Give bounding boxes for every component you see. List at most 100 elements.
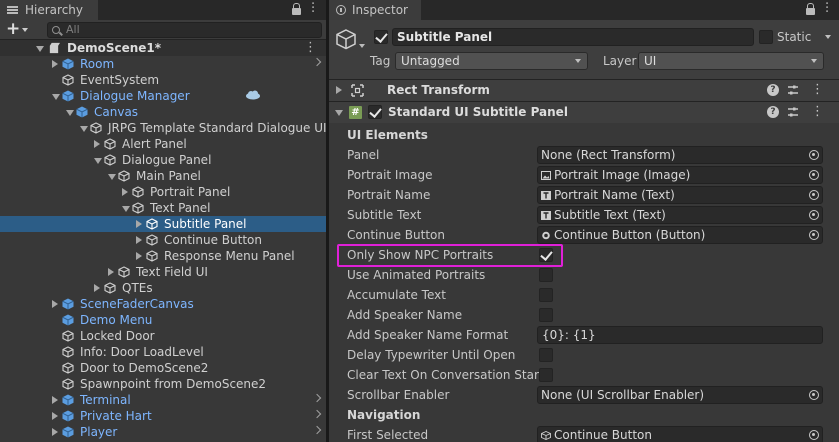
more-options-icon[interactable]: · · · xyxy=(311,0,315,19)
component-rect-transform[interactable]: Rect Transform ? ⋮ xyxy=(329,79,839,101)
hierarchy-search-input[interactable]: All xyxy=(47,22,322,38)
hierarchy-item[interactable]: EventSystem xyxy=(0,72,326,88)
scene-menu-icon[interactable]: ⋮ xyxy=(304,40,317,56)
scene-root-row[interactable]: DemoScene1* ⋮ xyxy=(0,40,326,56)
hierarchy-item[interactable]: Text Panel xyxy=(0,200,326,216)
hierarchy-item[interactable]: SceneFaderCanvas xyxy=(0,296,326,312)
fold-arrow-icon[interactable] xyxy=(52,428,58,436)
hierarchy-item[interactable]: QTEs xyxy=(0,280,326,296)
object-picker-icon[interactable] xyxy=(809,170,819,180)
text-field[interactable]: {0}: {1} xyxy=(537,326,823,344)
property-checkbox[interactable] xyxy=(539,308,553,322)
hierarchy-item[interactable]: Main Panel xyxy=(0,168,326,184)
tag-dropdown[interactable]: Untagged xyxy=(395,52,588,70)
hierarchy-item[interactable]: Canvas xyxy=(0,104,326,120)
component-enabled-toggle[interactable] xyxy=(368,105,382,119)
hierarchy-item-label: Response Menu Panel xyxy=(164,249,295,263)
open-prefab-chevron-icon[interactable] xyxy=(312,409,322,419)
icon-dropdown-caret-icon[interactable] xyxy=(359,44,365,48)
fold-arrow-icon[interactable] xyxy=(66,110,74,116)
object-reference-field[interactable]: Subtitle Text (Text) xyxy=(537,206,823,224)
hierarchy-item[interactable]: Portrait Panel xyxy=(0,184,326,200)
hierarchy-item[interactable]: Door to DemoScene2 xyxy=(0,360,326,376)
hierarchy-item[interactable]: Player xyxy=(0,424,326,440)
lock-icon[interactable] xyxy=(806,3,815,15)
property-checkbox[interactable] xyxy=(539,368,553,382)
object-picker-icon[interactable] xyxy=(809,150,819,160)
component-subtitle-panel[interactable]: # Standard UI Subtitle Panel ? ⋮ xyxy=(329,101,839,123)
static-toggle[interactable] xyxy=(759,30,773,44)
add-dropdown-caret-icon[interactable] xyxy=(22,28,28,32)
object-reference-field[interactable]: Continue Button (Button) xyxy=(537,226,823,244)
object-picker-icon[interactable] xyxy=(809,230,819,240)
fold-arrow-icon[interactable] xyxy=(52,412,58,420)
more-options-icon[interactable]: · · · xyxy=(825,0,829,19)
hierarchy-item[interactable]: Private Hart xyxy=(0,408,326,424)
fold-arrow-icon[interactable] xyxy=(94,284,100,292)
hierarchy-item[interactable]: Locked Door xyxy=(0,328,326,344)
gameobject-cube-icon[interactable] xyxy=(335,28,357,50)
presets-icon[interactable] xyxy=(787,106,799,118)
component-menu-icon[interactable]: ⋮ xyxy=(811,102,824,122)
open-prefab-chevron-icon[interactable] xyxy=(312,57,322,67)
hierarchy-item[interactable]: Response Menu Panel xyxy=(0,248,326,264)
presets-icon[interactable] xyxy=(787,84,799,96)
object-reference-field[interactable]: None (Rect Transform) xyxy=(537,146,823,164)
help-icon[interactable]: ? xyxy=(767,106,779,118)
object-picker-icon[interactable] xyxy=(809,430,819,440)
fold-arrow-icon[interactable] xyxy=(136,220,142,228)
hierarchy-item[interactable]: Terminal xyxy=(0,392,326,408)
fold-arrow-icon[interactable] xyxy=(122,188,128,196)
hierarchy-item[interactable]: Alert Panel xyxy=(0,136,326,152)
property-checkbox[interactable] xyxy=(539,348,553,362)
object-reference-field[interactable]: None (UI Scrollbar Enabler) xyxy=(537,386,823,404)
object-name-field[interactable]: Subtitle Panel xyxy=(392,28,754,46)
hierarchy-item[interactable]: Spawnpoint from DemoScene2 xyxy=(0,376,326,392)
fold-arrow-icon[interactable] xyxy=(136,236,142,244)
fold-arrow-icon[interactable] xyxy=(122,206,130,212)
hierarchy-item[interactable]: Subtitle Panel xyxy=(0,216,326,232)
hierarchy-item[interactable]: Text Field UI xyxy=(0,264,326,280)
fold-arrow-icon[interactable] xyxy=(36,46,44,52)
layer-dropdown[interactable]: UI xyxy=(638,52,824,70)
object-reference-field[interactable]: Portrait Name (Text) xyxy=(537,186,823,204)
open-prefab-chevron-icon[interactable] xyxy=(312,393,322,403)
fold-arrow-icon[interactable] xyxy=(108,268,114,276)
fold-arrow-icon[interactable] xyxy=(94,140,100,148)
object-reference-field[interactable]: Continue Button xyxy=(537,426,823,442)
fold-arrow-icon[interactable] xyxy=(335,110,343,116)
lock-icon[interactable] xyxy=(292,3,301,15)
hierarchy-item[interactable]: Dialogue Panel xyxy=(0,152,326,168)
fold-arrow-icon[interactable] xyxy=(136,252,142,260)
hierarchy-item[interactable]: Continue Button xyxy=(0,232,326,248)
tab-inspector[interactable]: Inspector xyxy=(329,0,421,20)
fold-arrow-icon[interactable] xyxy=(80,126,88,132)
static-dropdown-caret-icon[interactable] xyxy=(825,35,831,39)
hierarchy-item[interactable]: Info: Door LoadLevel xyxy=(0,344,326,360)
add-object-button[interactable]: + xyxy=(6,21,20,38)
hierarchy-item[interactable]: Dialogue Manager xyxy=(0,88,326,104)
property-checkbox[interactable] xyxy=(539,288,553,302)
object-picker-icon[interactable] xyxy=(809,190,819,200)
hierarchy-item[interactable]: Demo Menu xyxy=(0,312,326,328)
object-reference-field[interactable]: Portrait Image (Image) xyxy=(537,166,823,184)
object-picker-icon[interactable] xyxy=(809,390,819,400)
fold-arrow-icon[interactable] xyxy=(108,174,116,180)
fold-arrow-icon[interactable] xyxy=(52,94,60,100)
object-picker-icon[interactable] xyxy=(809,210,819,220)
fold-arrow-icon[interactable] xyxy=(52,300,58,308)
property-checkbox[interactable] xyxy=(539,248,553,262)
fold-arrow-icon[interactable] xyxy=(52,396,58,404)
component-menu-icon[interactable]: ⋮ xyxy=(811,80,824,100)
tab-hierarchy[interactable]: Hierarchy xyxy=(0,0,98,20)
help-icon[interactable]: ? xyxy=(767,84,779,96)
fold-arrow-icon[interactable] xyxy=(94,158,102,164)
open-prefab-chevron-icon[interactable] xyxy=(312,425,322,435)
fold-arrow-icon[interactable] xyxy=(336,86,342,94)
hierarchy-item[interactable]: JRPG Template Standard Dialogue UI xyxy=(0,120,326,136)
fold-arrow-icon[interactable] xyxy=(52,60,58,68)
hierarchy-item[interactable]: Room xyxy=(0,56,326,72)
property-row: Navigation xyxy=(329,405,839,425)
active-toggle[interactable] xyxy=(374,30,388,44)
property-checkbox[interactable] xyxy=(539,268,553,282)
